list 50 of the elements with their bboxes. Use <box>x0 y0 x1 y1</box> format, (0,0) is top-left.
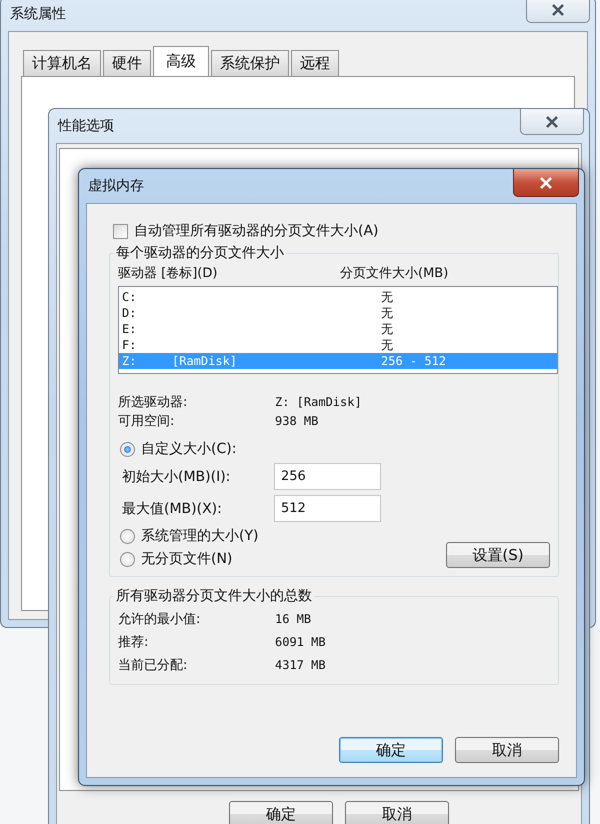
radio-label: 系统管理的大小(Y) <box>141 527 258 545</box>
drive-row[interactable]: E: 无 <box>119 321 557 337</box>
total-value: 4317 MB <box>275 657 327 674</box>
close-icon <box>545 116 559 128</box>
tab[interactable]: 系统保护 <box>211 50 289 76</box>
dialog-button[interactable]: 取消 <box>345 801 449 824</box>
tab[interactable]: 远程 <box>291 50 339 76</box>
close-icon <box>551 4 565 16</box>
group-title: 每个驱动器的分页文件大小 <box>115 244 285 262</box>
column-header: 驱动器 [卷标](D) <box>118 265 218 282</box>
column-header: 分页文件大小(MB) <box>340 265 448 282</box>
tab[interactable]: 硬件 <box>103 50 151 76</box>
close-button[interactable] <box>526 0 590 23</box>
radio-button[interactable] <box>120 552 135 566</box>
radio-label: 无分页文件(N) <box>141 550 232 568</box>
window-title: 系统属性 <box>9 5 66 23</box>
dialog-button[interactable]: 确定 <box>229 801 333 824</box>
total-value: 16 MB <box>275 611 312 628</box>
drive-row[interactable]: C: 无 <box>119 289 557 305</box>
drive-row[interactable]: F: 无 <box>119 337 557 353</box>
tab[interactable]: 计算机名 <box>23 50 101 76</box>
field-label: 初始大小(MB)(I): <box>121 468 232 486</box>
info-label: 可用空间: <box>118 413 176 430</box>
info-value: Z: [RamDisk] <box>275 394 363 411</box>
close-button[interactable] <box>513 169 579 197</box>
info-value: 938 MB <box>275 413 320 430</box>
drive-list[interactable]: C: 无 D: 无 E: 无 F: 无 Z: [RamDisk] 256 - 512 <box>118 286 558 374</box>
window-title: 虚拟内存 <box>87 177 144 195</box>
info-label: 所选驱动器: <box>118 394 188 411</box>
total-label: 当前已分配: <box>118 657 188 674</box>
radio-button[interactable] <box>120 442 135 456</box>
checkbox[interactable] <box>113 224 128 238</box>
radio-button[interactable] <box>120 528 135 544</box>
field-label: 最大值(MB)(X): <box>121 500 223 518</box>
tab[interactable]: 高级 <box>153 46 209 76</box>
radio-label: 自定义大小(C): <box>141 440 236 458</box>
drive-row[interactable]: D: 无 <box>119 305 557 321</box>
total-label: 允许的最小值: <box>118 611 202 628</box>
window-title: 性能选项 <box>56 117 114 135</box>
input-field[interactable]: 256 <box>274 463 381 490</box>
settings-button[interactable]: 设置(S) <box>446 542 550 568</box>
input-field[interactable]: 512 <box>274 495 381 522</box>
total-label: 推荐: <box>118 634 150 651</box>
close-icon <box>539 176 553 188</box>
dialog-button[interactable]: 取消 <box>455 737 559 763</box>
group-title: 所有驱动器分页文件大小的总数 <box>115 587 313 605</box>
dialog-button[interactable]: 确定 <box>339 737 443 763</box>
close-button[interactable] <box>520 109 584 135</box>
total-value: 6091 MB <box>275 634 327 651</box>
checkbox-label: 自动管理所有驱动器的分页文件大小(A) <box>134 222 379 240</box>
